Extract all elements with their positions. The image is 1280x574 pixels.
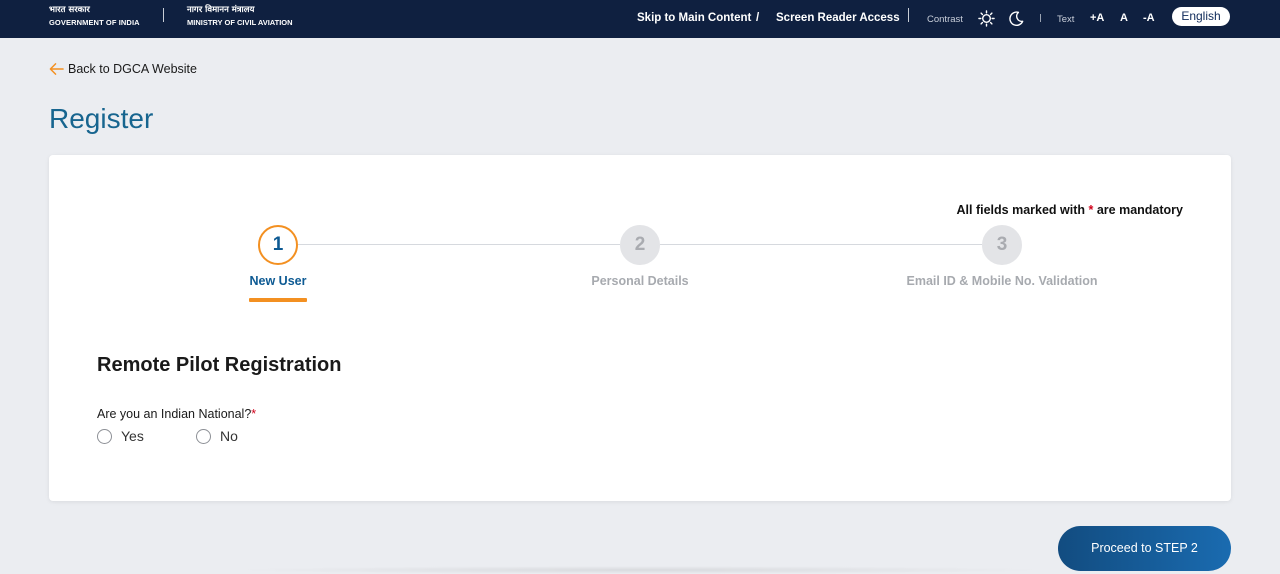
screen-reader-access-link[interactable]: Screen Reader Access <box>776 12 900 24</box>
stepper-connector <box>298 244 620 245</box>
proceed-to-step-2-button[interactable]: Proceed to STEP 2 <box>1058 526 1231 571</box>
radio-yes-label: Yes <box>121 428 144 444</box>
ministry-branding: नागर विमानन मंत्रालय MINISTRY OF CIVIL A… <box>187 4 293 29</box>
ministry-hindi-label: नागर विमानन मंत्रालय <box>187 5 255 15</box>
step-2-label: Personal Details <box>591 274 689 288</box>
step-1-indicator: 1 <box>258 225 298 265</box>
active-step-underline <box>249 298 307 302</box>
sun-icon[interactable] <box>978 10 995 27</box>
arrow-left-icon <box>49 63 64 75</box>
ministry-english-label: MINISTRY OF CIVIL AVIATION <box>187 18 293 27</box>
radio-yes-circle[interactable] <box>97 428 112 444</box>
page-title: Register <box>49 103 154 134</box>
step-1-label: New User <box>249 274 307 288</box>
toolbar-divider <box>908 8 909 22</box>
back-link-label: Back to DGCA Website <box>68 62 197 76</box>
step-2-indicator: 2 <box>620 225 660 265</box>
section-title: Remote Pilot Registration <box>97 354 342 376</box>
text-normal-button[interactable]: A <box>1120 12 1128 24</box>
contrast-label: Contrast <box>927 14 963 25</box>
footer-shadow <box>230 566 1050 574</box>
registration-form-card: All fields marked with * are mandatory 1… <box>49 155 1231 501</box>
radio-no-label: No <box>220 428 238 444</box>
radio-yes[interactable]: Yes <box>97 428 144 444</box>
text-decrease-button[interactable]: -A <box>1143 12 1155 24</box>
radio-no-circle[interactable] <box>196 428 211 444</box>
text-size-label: Text <box>1057 14 1075 25</box>
gov-english-label: GOVERNMENT OF INDIA <box>49 18 140 27</box>
step-3-label: Email ID & Mobile No. Validation <box>906 274 1098 288</box>
mandatory-fields-note: All fields marked with * are mandatory <box>957 203 1183 217</box>
text-size-divider <box>1040 14 1041 22</box>
link-separator: / <box>756 12 760 24</box>
radio-no[interactable]: No <box>196 428 238 444</box>
back-to-dgca-link[interactable]: Back to DGCA Website <box>49 62 197 76</box>
required-star: * <box>251 407 257 421</box>
branding-divider <box>163 8 164 22</box>
step-3-indicator: 3 <box>982 225 1022 265</box>
government-branding: भारत सरकार GOVERNMENT OF INDIA <box>49 4 140 29</box>
gov-hindi-label: भारत सरकार <box>49 5 90 15</box>
stepper-connector <box>660 244 982 245</box>
moon-icon[interactable] <box>1008 10 1025 27</box>
text-increase-button[interactable]: +A <box>1090 12 1104 24</box>
indian-national-question: Are you an Indian National?* <box>97 407 256 421</box>
mandatory-note-prefix: All fields marked with <box>956 203 1089 217</box>
mandatory-note-suffix: are mandatory <box>1093 203 1183 217</box>
language-selector[interactable]: English <box>1172 7 1230 26</box>
question-text: Are you an Indian National? <box>97 407 252 421</box>
top-bar: भारत सरकार GOVERNMENT OF INDIA नागर विमा… <box>0 0 1280 38</box>
skip-to-main-content-link[interactable]: Skip to Main Content <box>637 12 751 24</box>
